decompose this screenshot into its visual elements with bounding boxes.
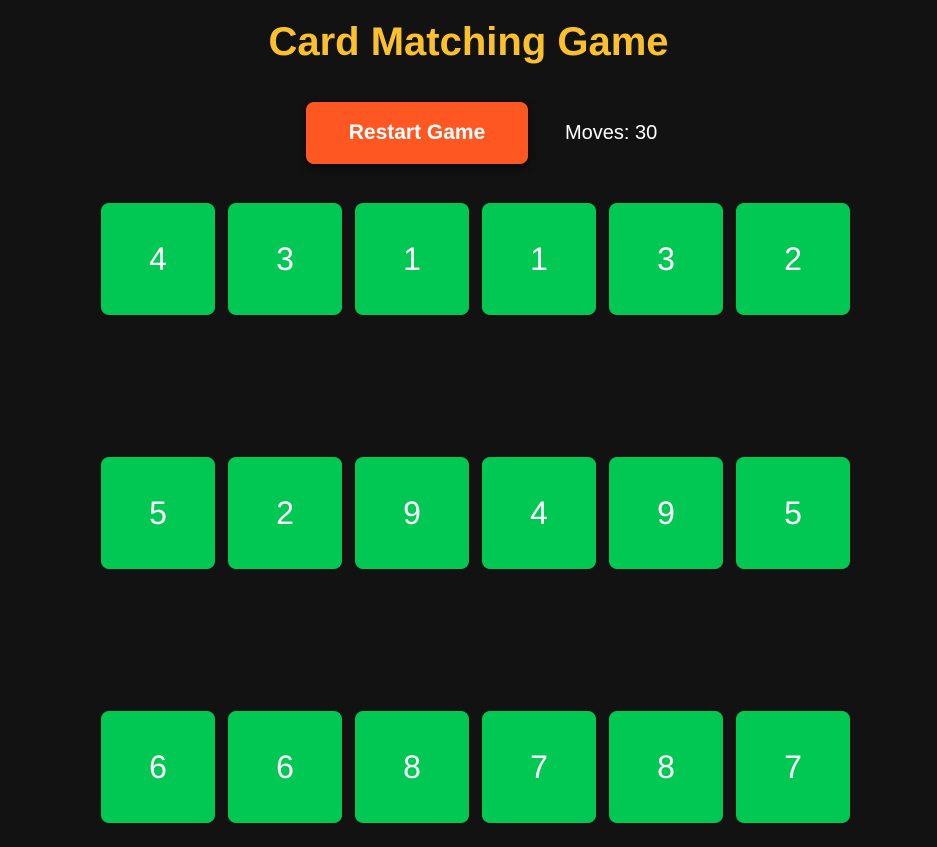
card[interactable]: 6	[228, 711, 342, 823]
moves-label: Moves:	[565, 122, 630, 144]
card[interactable]: 2	[228, 457, 342, 569]
card[interactable]: 1	[482, 203, 596, 315]
moves-count: 30	[635, 122, 658, 144]
card[interactable]: 7	[736, 711, 850, 823]
card[interactable]: 4	[101, 203, 215, 315]
moves-counter: Moves: 30	[565, 120, 657, 146]
card[interactable]: 6	[101, 711, 215, 823]
card[interactable]: 9	[355, 457, 469, 569]
card[interactable]: 4	[482, 457, 596, 569]
card[interactable]: 7	[482, 711, 596, 823]
game-title: Card Matching Game	[268, 20, 669, 64]
card[interactable]: 2	[736, 203, 850, 315]
card[interactable]: 3	[228, 203, 342, 315]
card[interactable]: 9	[609, 457, 723, 569]
card[interactable]: 8	[355, 711, 469, 823]
card[interactable]: 5	[736, 457, 850, 569]
card[interactable]: 3	[609, 203, 723, 315]
card[interactable]: 5	[101, 457, 215, 569]
restart-game-button[interactable]: Restart Game	[306, 102, 528, 164]
card-grid: 4 3 1 1 3 2 5 2 9 4 9 5 6 6 8 7 8 7	[101, 203, 851, 823]
card[interactable]: 8	[609, 711, 723, 823]
card[interactable]: 1	[355, 203, 469, 315]
